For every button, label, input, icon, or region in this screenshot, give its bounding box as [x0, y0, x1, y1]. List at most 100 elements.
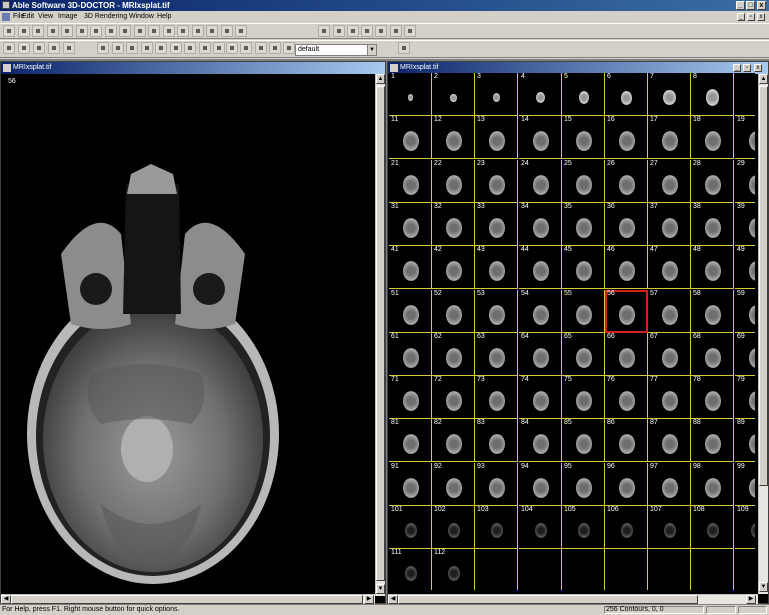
toolbar-tool-button[interactable]: [404, 25, 416, 37]
toolbar-tool-button[interactable]: [97, 42, 109, 54]
menu-3d-rendering[interactable]: 3D Rendering: [84, 11, 127, 23]
toolbar-tool-button[interactable]: [105, 25, 117, 37]
maximize-button[interactable]: ▫: [743, 64, 751, 72]
slice-thumbnail[interactable]: 84: [519, 419, 562, 462]
menu-help[interactable]: Help: [157, 11, 171, 23]
toolbar-tool-button[interactable]: [126, 42, 138, 54]
slice-thumbnail[interactable]: 112: [432, 549, 475, 590]
toolbar-tool-button[interactable]: [32, 25, 44, 37]
slice-thumbnail[interactable]: 97: [648, 463, 691, 506]
slice-thumbnail[interactable]: 92: [432, 463, 475, 506]
slice-thumbnail[interactable]: 17: [648, 116, 691, 159]
minimize-button[interactable]: _: [736, 1, 745, 10]
toolbar-tool-button[interactable]: [63, 42, 75, 54]
montage-vertical-scrollbar[interactable]: ▲ ▼: [758, 74, 768, 594]
slice-thumbnail[interactable]: 104: [519, 506, 562, 549]
slice-thumbnail[interactable]: 95: [562, 463, 605, 506]
slice-thumbnail[interactable]: 78: [691, 376, 734, 419]
slice-thumbnail[interactable]: 13: [475, 116, 518, 159]
maximize-button[interactable]: □: [746, 1, 755, 10]
scroll-right-icon[interactable]: ▶: [746, 595, 756, 604]
toolbar-tool-button[interactable]: [226, 42, 238, 54]
slice-thumbnail[interactable]: 44: [519, 246, 562, 289]
toolbar-tool-button[interactable]: [398, 42, 410, 54]
slice-view-horizontal-scrollbar[interactable]: ◀ ▶: [1, 594, 375, 604]
scroll-thumb[interactable]: [398, 595, 698, 604]
slice-thumbnail[interactable]: 43: [475, 246, 518, 289]
slice-thumbnail[interactable]: 25: [562, 160, 605, 203]
slice-thumbnail[interactable]: 103: [475, 506, 518, 549]
slice-thumbnail[interactable]: 101: [389, 506, 432, 549]
menu-window[interactable]: Window: [129, 11, 154, 23]
toolbar-tool-button[interactable]: [18, 25, 30, 37]
slice-thumbnail[interactable]: 26: [605, 160, 648, 203]
scroll-left-icon[interactable]: ◀: [388, 595, 398, 604]
slice-thumbnail[interactable]: 15: [562, 116, 605, 159]
mdi-close-button[interactable]: x: [757, 13, 765, 21]
scroll-down-icon[interactable]: ▼: [759, 582, 768, 592]
slice-thumbnail[interactable]: 109: [735, 506, 755, 549]
slice-thumbnail[interactable]: [648, 549, 691, 590]
menu-edit[interactable]: Edit: [22, 11, 34, 23]
slice-thumbnail[interactable]: 49: [735, 246, 755, 289]
toolbar-tool-button[interactable]: [177, 25, 189, 37]
slice-thumbnail[interactable]: 27: [648, 160, 691, 203]
slice-thumbnail[interactable]: 99: [735, 463, 755, 506]
slice-thumbnail[interactable]: 56: [605, 290, 648, 333]
document-icon[interactable]: [2, 13, 10, 21]
slice-thumbnail[interactable]: 61: [389, 333, 432, 376]
slice-thumbnail[interactable]: 68: [691, 333, 734, 376]
toolbar-tool-button[interactable]: [119, 25, 131, 37]
slice-thumbnail[interactable]: 102: [432, 506, 475, 549]
slice-thumbnail[interactable]: 28: [691, 160, 734, 203]
slice-thumbnail[interactable]: 29: [735, 160, 755, 203]
slice-thumbnail[interactable]: [562, 549, 605, 590]
toolbar-tool-button[interactable]: [184, 42, 196, 54]
slice-thumbnail[interactable]: 69: [735, 333, 755, 376]
slice-thumbnail[interactable]: [475, 549, 518, 590]
chevron-down-icon[interactable]: ▼: [367, 45, 376, 55]
menu-view[interactable]: View: [38, 11, 53, 23]
slice-thumbnail[interactable]: 73: [475, 376, 518, 419]
montage-horizontal-scrollbar[interactable]: ◀ ▶: [388, 594, 758, 604]
slice-thumbnail[interactable]: 98: [691, 463, 734, 506]
toolbar-tool-button[interactable]: [33, 42, 45, 54]
slice-thumbnail[interactable]: 88: [691, 419, 734, 462]
slice-thumbnail[interactable]: 54: [519, 290, 562, 333]
slice-thumbnail[interactable]: [735, 73, 755, 116]
slice-thumbnail[interactable]: 38: [691, 203, 734, 246]
slice-thumbnail[interactable]: 93: [475, 463, 518, 506]
toolbar-tool-button[interactable]: [318, 25, 330, 37]
slice-thumbnail[interactable]: 65: [562, 333, 605, 376]
toolbar-tool-button[interactable]: [283, 42, 295, 54]
toolbar-tool-button[interactable]: [148, 25, 160, 37]
slice-view-titlebar[interactable]: MRIxsplat.tif: [1, 62, 385, 74]
slice-thumbnail[interactable]: 87: [648, 419, 691, 462]
toolbar-tool-button[interactable]: [347, 25, 359, 37]
toolbar-tool-button[interactable]: [269, 42, 281, 54]
slice-thumbnail[interactable]: 3: [475, 73, 518, 116]
slice-thumbnail[interactable]: 79: [735, 376, 755, 419]
mri-axial-slice-image[interactable]: [1, 74, 375, 594]
slice-thumbnail[interactable]: 46: [605, 246, 648, 289]
toolbar-tool-button[interactable]: [240, 42, 252, 54]
slice-thumbnail[interactable]: 71: [389, 376, 432, 419]
slice-thumbnail[interactable]: 63: [475, 333, 518, 376]
toolbar-tool-button[interactable]: [141, 42, 153, 54]
slice-thumbnail[interactable]: 12: [432, 116, 475, 159]
slice-thumbnail[interactable]: 39: [735, 203, 755, 246]
slice-thumbnail[interactable]: 85: [562, 419, 605, 462]
slice-thumbnail[interactable]: 111: [389, 549, 432, 590]
slice-thumbnail[interactable]: 62: [432, 333, 475, 376]
slice-thumbnail[interactable]: 57: [648, 290, 691, 333]
slice-thumbnail[interactable]: 19: [735, 116, 755, 159]
toolbar-tool-button[interactable]: [61, 25, 73, 37]
slice-thumbnail[interactable]: 8: [691, 73, 734, 116]
slice-thumbnail[interactable]: 86: [605, 419, 648, 462]
slice-thumbnail[interactable]: 53: [475, 290, 518, 333]
render-mode-select[interactable]: default ▼: [295, 44, 377, 56]
mdi-minimize-button[interactable]: _: [737, 13, 745, 21]
toolbar-tool-button[interactable]: [390, 25, 402, 37]
slice-thumbnail[interactable]: 105: [562, 506, 605, 549]
slice-thumbnail[interactable]: 7: [648, 73, 691, 116]
